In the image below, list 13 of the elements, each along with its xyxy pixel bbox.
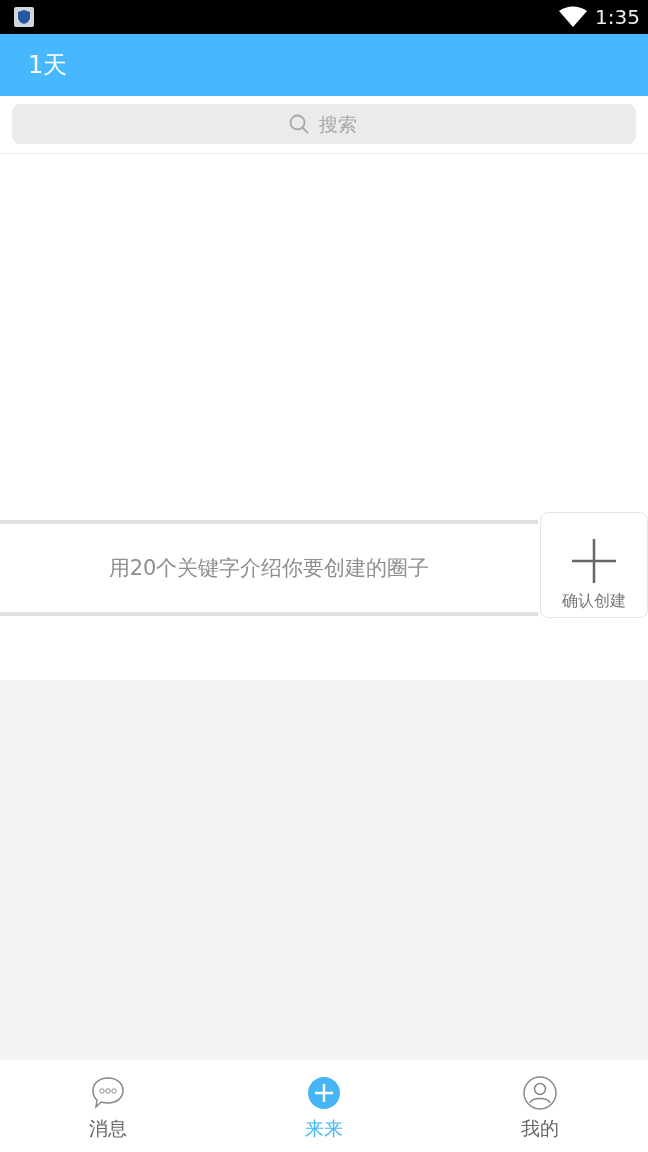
plus-circle-icon	[307, 1076, 341, 1110]
wifi-icon	[559, 6, 588, 28]
circle-intro-field[interactable]: 用20个关键字介绍你要创建的圈子	[0, 520, 538, 616]
status-time: 1:35	[595, 4, 640, 31]
nav-tab[interactable]: 消息	[0, 1060, 216, 1152]
plus-icon	[570, 537, 618, 585]
nav-tab[interactable]: 我的	[432, 1060, 648, 1152]
person-icon	[523, 1076, 557, 1110]
shield-app-icon	[14, 7, 34, 27]
confirm-create-button[interactable]: 确认创建	[540, 512, 648, 618]
search-field[interactable]: 搜索	[12, 104, 636, 144]
chat-bubble-icon	[91, 1076, 125, 1110]
header-title: 1天	[28, 50, 68, 81]
